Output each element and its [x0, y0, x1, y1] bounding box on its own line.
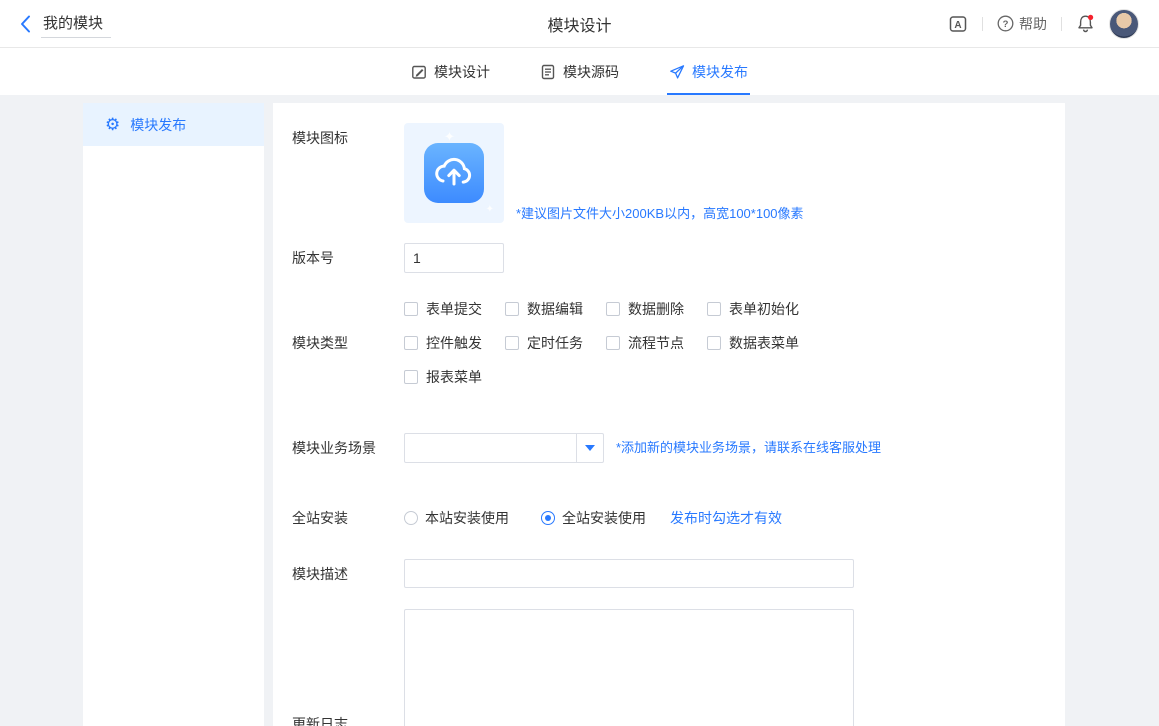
sidebar-item-module-publish[interactable]: ⚙ 模块发布: [83, 103, 264, 146]
checkbox-flow-node[interactable]: 流程节点: [606, 333, 707, 353]
changelog-row: 更新日志: [292, 609, 1065, 726]
checkbox-icon: [606, 302, 620, 316]
tab-bar: 模块设计 模块源码 模块发布: [0, 48, 1159, 95]
radio-label: 本站安装使用: [425, 503, 509, 533]
sidebar-item-label: 模块发布: [130, 115, 186, 135]
module-cloud-icon: [423, 142, 485, 204]
checkbox-label: 控件触发: [426, 333, 482, 353]
tab-module-publish[interactable]: 模块发布: [667, 48, 750, 95]
header-divider: [1061, 17, 1062, 31]
main-area: ⚙ 模块发布 模块图标: [0, 95, 1159, 726]
checkbox-label: 数据编辑: [527, 299, 583, 319]
field-label: 全站安装: [292, 503, 404, 533]
field-label: 模块类型: [292, 333, 404, 353]
sidebar: ⚙ 模块发布: [83, 103, 264, 726]
tab-label: 模块设计: [434, 62, 490, 82]
field-label: 版本号: [292, 243, 404, 273]
module-type-row: 模块类型 表单提交 数据编辑 数据删除 表单初始化 控件触发 定时任务 流程节点…: [292, 299, 1065, 387]
field-label: 模块图标: [292, 123, 404, 153]
checkbox-label: 数据表菜单: [729, 333, 799, 353]
checkbox-icon: [404, 302, 418, 316]
radio-global-install[interactable]: 全站安装使用: [541, 503, 646, 533]
tab-label: 模块发布: [692, 62, 748, 82]
publish-form-panel: 模块图标: [273, 103, 1065, 726]
checkbox-report-menu[interactable]: 报表菜单: [404, 367, 505, 387]
help-label: 帮助: [1019, 14, 1047, 34]
checkbox-data-delete[interactable]: 数据删除: [606, 299, 707, 319]
checkbox-icon: [707, 336, 721, 350]
description-input[interactable]: [404, 559, 854, 588]
scenario-dropdown-button[interactable]: [576, 434, 603, 462]
scenario-hint: *添加新的模块业务场景，请联系在线客服处理: [616, 439, 881, 457]
tab-module-source[interactable]: 模块源码: [538, 48, 621, 95]
gear-icon: ⚙: [105, 116, 120, 133]
radio-label: 全站安装使用: [562, 503, 646, 533]
install-effect-link[interactable]: 发布时勾选才有效: [670, 503, 782, 533]
checkbox-datatable-menu[interactable]: 数据表菜单: [707, 333, 808, 353]
field-label: 更新日志: [292, 709, 404, 726]
app-window: 我的模块 模块设计 A ? 帮助: [0, 0, 1159, 726]
document-icon: [540, 64, 556, 80]
language-icon[interactable]: A: [948, 14, 968, 34]
tab-module-design[interactable]: 模块设计: [409, 48, 492, 95]
checkbox-label: 表单提交: [426, 299, 482, 319]
checkbox-label: 表单初始化: [729, 299, 799, 319]
edit-icon: [411, 64, 427, 80]
checkbox-icon: [404, 370, 418, 384]
icon-upload-area[interactable]: [404, 123, 504, 223]
icon-size-hint: *建议图片文件大小200KB以内，高宽100*100像素: [516, 205, 804, 223]
checkbox-control-trigger[interactable]: 控件触发: [404, 333, 505, 353]
tab-label: 模块源码: [563, 62, 619, 82]
header-divider: [982, 17, 983, 31]
checkbox-form-submit[interactable]: 表单提交: [404, 299, 505, 319]
radio-icon: [404, 511, 418, 525]
checkbox-icon: [606, 336, 620, 350]
top-header: 我的模块 模块设计 A ? 帮助: [0, 0, 1159, 48]
breadcrumb-module-name[interactable]: 我的模块: [41, 10, 111, 38]
business-scenario-row: 模块业务场景 *添加新的模块业务场景，请联系在线客服处理: [292, 433, 1065, 463]
version-input[interactable]: [404, 243, 504, 273]
checkbox-timed-task[interactable]: 定时任务: [505, 333, 606, 353]
chevron-left-icon: [20, 15, 31, 33]
svg-text:?: ?: [1003, 19, 1009, 30]
checkbox-label: 数据删除: [628, 299, 684, 319]
checkbox-icon: [707, 302, 721, 316]
paper-plane-icon: [669, 64, 685, 80]
changelog-textarea[interactable]: [404, 609, 854, 726]
scenario-select-value: [405, 434, 576, 462]
checkbox-label: 定时任务: [527, 333, 583, 353]
question-circle-icon: ?: [997, 15, 1014, 32]
checkbox-label: 流程节点: [628, 333, 684, 353]
notification-bell-icon[interactable]: [1076, 14, 1095, 33]
module-icon-row: 模块图标: [292, 123, 1065, 223]
checkbox-form-init[interactable]: 表单初始化: [707, 299, 808, 319]
scenario-select[interactable]: [404, 433, 604, 463]
module-description-row: 模块描述: [292, 559, 1065, 589]
radio-local-install[interactable]: 本站安装使用: [404, 503, 509, 533]
back-button[interactable]: [20, 15, 31, 33]
install-scope-row: 全站安装 本站安装使用 全站安装使用 发布时勾选才有效: [292, 503, 1065, 533]
checkbox-icon: [404, 336, 418, 350]
radio-icon: [541, 511, 555, 525]
field-label: 模块描述: [292, 559, 404, 589]
module-type-options: 表单提交 数据编辑 数据删除 表单初始化 控件触发 定时任务 流程节点 数据表菜…: [404, 299, 808, 387]
checkbox-label: 报表菜单: [426, 367, 482, 387]
checkbox-icon: [505, 302, 519, 316]
version-row: 版本号: [292, 243, 1065, 273]
checkbox-icon: [505, 336, 519, 350]
field-label: 模块业务场景: [292, 433, 404, 463]
checkbox-data-edit[interactable]: 数据编辑: [505, 299, 606, 319]
user-avatar[interactable]: [1109, 9, 1139, 39]
svg-text:A: A: [954, 20, 961, 31]
chevron-down-icon: [585, 445, 595, 451]
help-button[interactable]: ? 帮助: [997, 14, 1047, 34]
